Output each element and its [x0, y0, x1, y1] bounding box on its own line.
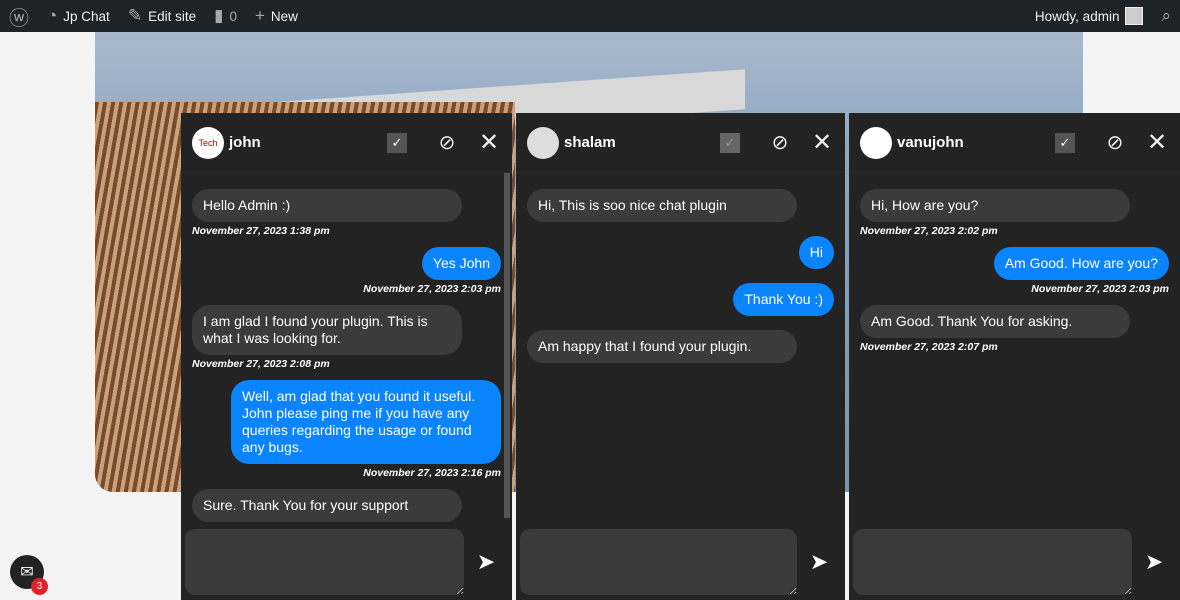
message-time: November 27, 2023 2:03 pm: [1031, 283, 1169, 295]
edit-site-label: Edit site: [148, 8, 197, 24]
admin-bar: ⓦ ◔ Jp Chat ✎ Edit site ▮ 0 + New Howdy, adm…: [0, 0, 1180, 32]
chat-header: Tech john ✓ ⊘ ✕: [181, 113, 512, 173]
checkmark-icon[interactable]: ✓: [387, 132, 407, 153]
chat-panel-john: Tech john ✓ ⊘ ✕ Hello Admin :) November 2…: [181, 113, 512, 600]
message-time: November 27, 2023 1:38 pm: [192, 225, 330, 237]
comment-icon: ▮: [214, 6, 224, 25]
dashboard-icon: ◔: [47, 6, 58, 25]
message-bubble: Yes John: [421, 247, 501, 280]
scrollbar[interactable]: [504, 173, 510, 518]
block-user-icon[interactable]: ⊘: [768, 130, 792, 155]
message: Am Good. Thank You for asking. November 2…: [860, 305, 1169, 359]
chat-user-name: shalam: [564, 134, 616, 151]
search-button[interactable]: ⌕: [1152, 0, 1180, 32]
search-icon: ⌕: [1161, 6, 1171, 25]
close-icon[interactable]: ✕: [810, 128, 834, 157]
message-input[interactable]: [185, 529, 464, 595]
my-account[interactable]: Howdy, admin: [1026, 0, 1153, 32]
checkmark-icon[interactable]: ✓: [1055, 132, 1075, 153]
message: Sure. Thank You for your support: [192, 489, 501, 522]
message-bubble: I am glad I found your plugin. This is w…: [192, 305, 462, 355]
chat-panel-vanujohn: vanujohn ✓ ⊘ ✕ Hi, How are you? November …: [849, 113, 1180, 600]
messenger-icon: ✉: [20, 564, 34, 581]
chat-header: shalam ✓ ⊘ ✕: [516, 113, 845, 173]
chat-user-name: vanujohn: [897, 134, 964, 151]
message-input[interactable]: [520, 529, 797, 595]
message-bubble: Sure. Thank You for your support: [192, 489, 462, 522]
close-icon[interactable]: ✕: [1145, 128, 1169, 157]
message-bubble: Hi, How are you?: [860, 189, 1130, 222]
howdy-label: Howdy, admin: [1034, 8, 1120, 24]
avatar: [860, 126, 892, 159]
message: Am Good. How are you? November 27, 2023 2…: [860, 247, 1169, 301]
site-name: Jp Chat: [63, 8, 110, 24]
message-time: November 27, 2023 2:03 pm: [363, 283, 501, 295]
message-input[interactable]: [853, 529, 1132, 595]
message: Am happy that I found your plugin.: [527, 330, 834, 373]
site-name-link[interactable]: ◔ Jp Chat: [38, 0, 119, 32]
wordpress-logo-button[interactable]: ⓦ: [0, 0, 38, 32]
chat-header: vanujohn ✓ ⊘ ✕: [849, 113, 1180, 173]
send-icon[interactable]: ➤: [464, 549, 508, 575]
message-bubble: Am Good. How are you?: [993, 247, 1169, 280]
message-list: Hi, This is soo nice chat plugin Hi Thank …: [516, 173, 845, 522]
avatar: [1125, 7, 1144, 25]
message-bubble: Hello Admin :): [192, 189, 462, 222]
chat-panel-shalam: shalam ✓ ⊘ ✕ Hi, This is soo nice chat p…: [516, 113, 845, 600]
plus-icon: +: [254, 6, 265, 25]
message-bubble: Am happy that I found your plugin.: [527, 330, 797, 363]
message-time: November 27, 2023 2:16 pm: [363, 467, 501, 479]
message: I am glad I found your plugin. This is w…: [192, 305, 501, 376]
message-bubble: Well, am glad that you found it useful. …: [231, 380, 501, 464]
send-icon[interactable]: ➤: [797, 549, 841, 575]
message-time: November 27, 2023 2:02 pm: [860, 225, 998, 237]
chat-user-name: john: [229, 134, 261, 151]
message-time: November 27, 2023 2:07 pm: [860, 341, 998, 353]
message: Yes John November 27, 2023 2:03 pm: [192, 247, 501, 301]
block-user-icon[interactable]: ⊘: [1103, 130, 1127, 155]
new-label: New: [270, 8, 298, 24]
avatar: Tech: [192, 126, 224, 159]
message-bubble: Hi: [798, 236, 834, 269]
wordpress-icon: ⓦ: [9, 7, 29, 30]
message-bubble: Am Good. Thank You for asking.: [860, 305, 1130, 338]
message-bubble: Hi, This is soo nice chat plugin: [527, 189, 797, 222]
edit-site-link[interactable]: ✎ Edit site: [119, 0, 205, 32]
avatar: [527, 126, 559, 159]
message-list: Hi, How are you? November 27, 2023 2:02 p…: [849, 173, 1180, 522]
close-icon[interactable]: ✕: [477, 128, 501, 157]
send-icon[interactable]: ➤: [1132, 549, 1176, 575]
comments-link[interactable]: ▮ 0: [205, 0, 246, 32]
unread-badge: 3: [31, 578, 48, 595]
message: Hi, This is soo nice chat plugin: [527, 189, 834, 232]
message: Hi: [527, 236, 834, 279]
message-list: Hello Admin :) November 27, 2023 1:38 pm Y…: [181, 173, 512, 522]
block-user-icon[interactable]: ⊘: [435, 130, 459, 155]
message: Hi, How are you? November 27, 2023 2:02 p…: [860, 189, 1169, 243]
message: Hello Admin :) November 27, 2023 1:38 pm: [192, 189, 501, 243]
checkmark-icon[interactable]: ✓: [720, 132, 740, 153]
message: Well, am glad that you found it useful. …: [192, 380, 501, 485]
message-time: November 27, 2023 2:08 pm: [192, 358, 330, 370]
comment-count: 0: [229, 8, 237, 24]
message: Thank You :): [527, 283, 834, 326]
new-link[interactable]: + New: [246, 0, 307, 32]
brush-icon: ✎: [127, 6, 143, 25]
message-bubble: Thank You :): [733, 283, 834, 316]
